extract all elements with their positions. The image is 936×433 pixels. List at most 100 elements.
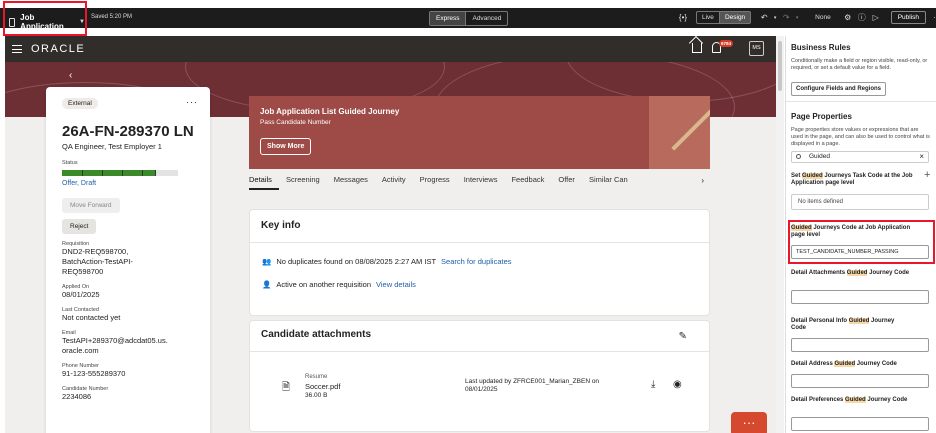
move-forward-button[interactable]: Move Forward bbox=[62, 198, 120, 213]
status-value-link[interactable]: Offer, Draft bbox=[62, 180, 200, 187]
design-button[interactable]: Design bbox=[718, 12, 751, 23]
add-icon[interactable]: + bbox=[924, 169, 930, 181]
chevron-down-icon: ▼ bbox=[79, 19, 85, 25]
bracket-code-icon[interactable]: {•} bbox=[676, 13, 690, 22]
tab-offer[interactable]: Offer bbox=[558, 170, 582, 190]
task-code-label: Set Guided Journeys Task Code at the Job… bbox=[791, 173, 916, 187]
label-part: Detail Personal Info bbox=[791, 318, 849, 324]
back-icon[interactable]: ‹ bbox=[69, 70, 72, 81]
live-button[interactable]: Live bbox=[697, 12, 719, 23]
notification-badge: 6784 bbox=[719, 40, 734, 47]
page-properties-description: Page properties store values or expressi… bbox=[791, 127, 930, 147]
attachment-size: 36.00 B bbox=[305, 392, 328, 399]
label-part: Journey Code bbox=[865, 397, 908, 403]
download-icon[interactable]: ⤓ bbox=[651, 379, 655, 390]
candidate-subtitle: QA Engineer, Test Employer 1 bbox=[62, 142, 162, 151]
preferences-journey-input[interactable] bbox=[791, 417, 929, 431]
progress-step-pending bbox=[155, 170, 178, 176]
edit-icon[interactable]: ✎ bbox=[679, 331, 687, 342]
label-part: Detail Attachments bbox=[791, 270, 847, 276]
phone-value: 91-123-555289370 bbox=[62, 369, 126, 378]
oracle-logo: ORACLE bbox=[31, 43, 86, 55]
tab-messages[interactable]: Messages bbox=[334, 170, 375, 190]
express-mode-button[interactable]: Express bbox=[430, 12, 467, 25]
configure-fields-button[interactable]: Configure Fields and Regions bbox=[791, 82, 887, 96]
chevron-down-icon[interactable]: ▾ bbox=[793, 15, 801, 21]
app-title-menu[interactable]: Job Application ▼ bbox=[9, 13, 85, 31]
help-icon[interactable]: ⓘ bbox=[855, 12, 869, 23]
label-highlight: Guided bbox=[802, 173, 823, 179]
journey-subtitle: Pass Candidate Number bbox=[260, 119, 331, 126]
label-highlight: Guided bbox=[848, 318, 870, 324]
tab-similar-candidates[interactable]: Similar Can bbox=[589, 170, 635, 190]
tab-details[interactable]: Details bbox=[249, 170, 279, 190]
candidate-type-badge: External bbox=[62, 98, 98, 109]
search-duplicates-link[interactable]: Search for duplicates bbox=[441, 257, 511, 266]
label-highlight: Guided bbox=[846, 270, 868, 276]
duplicates-text: No duplicates found on 08/08/2025 2:27 A… bbox=[276, 257, 437, 266]
publish-button[interactable]: Publish bbox=[890, 11, 927, 24]
toolbar-right: {•} Live Design ↶ ▾ ↷ ▾ None ⚙ ⓘ ▷ Publi… bbox=[676, 11, 936, 24]
active-requisition-text: Active on another requisition bbox=[276, 280, 371, 289]
progress-step-complete bbox=[142, 170, 155, 176]
view-details-link[interactable]: View details bbox=[376, 280, 416, 289]
status-progress bbox=[62, 170, 178, 176]
preview-icon[interactable]: ▷ bbox=[869, 13, 883, 22]
advanced-mode-button[interactable]: Advanced bbox=[466, 12, 507, 25]
tab-screening[interactable]: Screening bbox=[286, 170, 327, 190]
page-scrollbar[interactable] bbox=[776, 36, 784, 433]
email-line: TestAPI+289370@adcdat05.us. bbox=[62, 336, 168, 345]
divider bbox=[250, 351, 709, 352]
address-journey-input[interactable] bbox=[791, 374, 929, 388]
chevron-down-icon[interactable]: ▾ bbox=[771, 15, 779, 21]
candidate-number-value: 2234086 bbox=[62, 392, 92, 401]
requisition-line: REQ598700 bbox=[62, 267, 104, 276]
show-more-button[interactable]: Show More bbox=[260, 138, 312, 155]
role-filter[interactable]: None bbox=[815, 14, 831, 21]
settings-icon[interactable]: ⚙ bbox=[841, 13, 855, 22]
preferences-journey-label: Detail Preferences Guided Journey Code bbox=[791, 397, 911, 404]
tab-activity[interactable]: Activity bbox=[382, 170, 413, 190]
chevron-right-icon[interactable]: › bbox=[701, 176, 704, 185]
personal-info-journey-label: Detail Personal Info Guided Journey Code bbox=[791, 318, 911, 332]
view-icon[interactable]: ◉ bbox=[673, 379, 682, 390]
tab-feedback[interactable]: Feedback bbox=[511, 170, 551, 190]
reject-button[interactable]: Reject bbox=[62, 219, 97, 234]
properties-panel: Business Rules Conditionally make a fiel… bbox=[785, 36, 936, 433]
progress-step-complete bbox=[102, 170, 122, 176]
requisition-line: DND2-REQ598700, bbox=[62, 247, 129, 256]
builder-toolbar: Saved 5:20 PM Express Advanced {•} Live … bbox=[0, 0, 936, 36]
duplicates-row: 👥 No duplicates found on 08/08/2025 2:27… bbox=[262, 257, 512, 266]
email-line: oracle.com bbox=[62, 346, 99, 355]
email-value: TestAPI+289370@adcdat05.us. oracle.com bbox=[62, 336, 200, 356]
label-highlight: Guided bbox=[834, 361, 856, 367]
active-requisition-row: 👤 Active on another requisition View det… bbox=[262, 280, 416, 289]
redo-icon[interactable]: ↷ bbox=[779, 13, 793, 22]
more-icon[interactable]: ··· bbox=[930, 13, 936, 22]
app-title-highlight: Job Application ▼ bbox=[3, 1, 87, 36]
live-design-switch: Live Design bbox=[696, 11, 752, 24]
more-actions-icon[interactable]: ··· bbox=[186, 97, 198, 107]
avatar[interactable]: MS bbox=[749, 41, 764, 56]
no-items-box: No items defined bbox=[791, 194, 929, 210]
scrollbar-thumb[interactable] bbox=[778, 41, 782, 91]
attachments-journey-input[interactable] bbox=[791, 290, 929, 304]
application-canvas: ORACLE 6784 MS ‹ External ··· 26A-FN-289… bbox=[5, 36, 776, 433]
attachment-type: Resume bbox=[305, 374, 328, 380]
home-icon[interactable] bbox=[692, 43, 702, 53]
label-part: Journey Code bbox=[855, 361, 897, 367]
chat-button[interactable]: ··· bbox=[731, 412, 767, 433]
menu-icon[interactable] bbox=[12, 45, 22, 53]
clear-icon[interactable]: × bbox=[919, 152, 924, 162]
attachment-file-link[interactable]: Soccer.pdf bbox=[305, 382, 340, 391]
business-rules-description: Conditionally make a field or region vis… bbox=[791, 58, 928, 71]
property-search-input[interactable]: Guided × bbox=[791, 151, 929, 163]
users-icon: 👥 bbox=[262, 257, 272, 266]
detail-tabs: Details Screening Messages Activity Prog… bbox=[249, 170, 710, 190]
tab-progress[interactable]: Progress bbox=[420, 170, 457, 190]
tab-interviews[interactable]: Interviews bbox=[464, 170, 505, 190]
undo-icon[interactable]: ↶ bbox=[757, 13, 771, 22]
personal-info-journey-input[interactable] bbox=[791, 338, 929, 352]
last-contacted-value: Not contacted yet bbox=[62, 313, 121, 322]
document-icon bbox=[9, 17, 16, 27]
